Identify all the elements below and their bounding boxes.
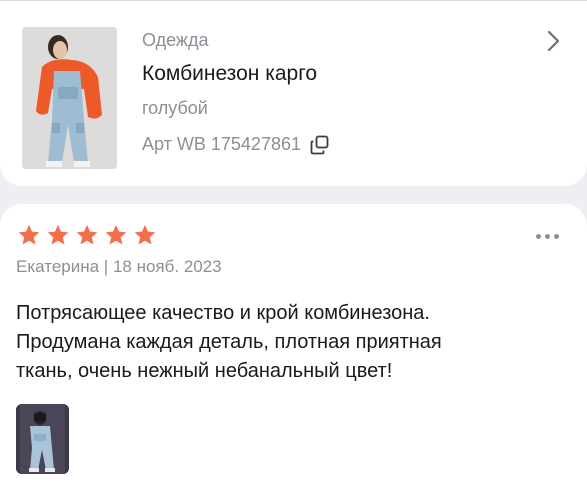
- star-icon: [47, 224, 69, 245]
- product-photo: [22, 27, 117, 169]
- review-card: Екатерина | 18 нояб. 2023 Потрясающее ка…: [0, 204, 587, 494]
- review-author: Екатерина: [16, 257, 100, 276]
- dot: [545, 234, 550, 239]
- star-icon: [76, 224, 98, 245]
- page: Одежда Комбинезон карго голубой Арт WB 1…: [0, 0, 587, 494]
- product-color: голубой: [142, 98, 208, 118]
- sku-number: 175427861: [210, 134, 301, 154]
- product-category: Одежда: [142, 30, 209, 50]
- star-icon: [105, 224, 127, 245]
- dot: [536, 234, 541, 239]
- review-text-line: Продумана каждая деталь, плотная приятна…: [16, 331, 442, 353]
- star-icon: [18, 224, 40, 245]
- review-text-line: Потрясающее качество и крой комбинезона.: [16, 302, 430, 324]
- copy-icon[interactable]: [310, 135, 330, 155]
- chevron-right-icon[interactable]: [545, 30, 561, 52]
- review-photo-image: [16, 404, 69, 474]
- review-text: Потрясающее качество и крой комбинезона.…: [16, 299, 556, 386]
- product-thumbnail[interactable]: [22, 27, 117, 169]
- rating-stars: [16, 223, 158, 248]
- product-card[interactable]: Одежда Комбинезон карго голубой Арт WB 1…: [0, 0, 587, 186]
- more-dots-icon[interactable]: [536, 234, 559, 239]
- sku-prefix: Арт WB: [142, 134, 206, 154]
- star-icon: [134, 224, 156, 245]
- product-title[interactable]: Комбинезон карго: [142, 62, 317, 86]
- dot: [554, 234, 559, 239]
- review-text-line: ткань, очень нежный небанальный цвет!: [16, 360, 393, 382]
- review-date: 18 нояб. 2023: [112, 257, 222, 276]
- product-sku: Арт WB 175427861: [142, 134, 330, 155]
- review-meta: Екатерина | 18 нояб. 2023: [16, 257, 222, 276]
- review-photo[interactable]: [16, 404, 69, 474]
